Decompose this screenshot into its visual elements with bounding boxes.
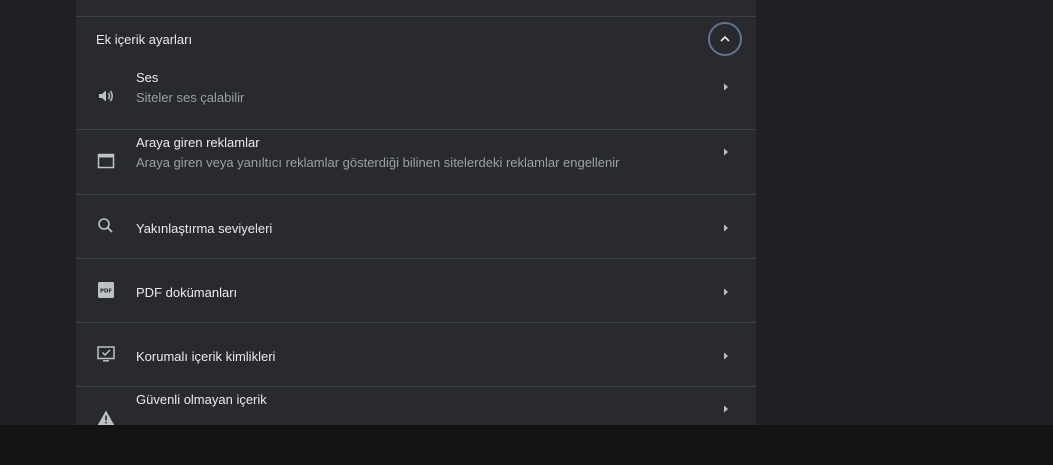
monitor-check-icon <box>97 346 115 362</box>
row-subtitle: Araya giren veya yanıltıcı reklamlar gös… <box>136 155 620 170</box>
arrow-right-icon <box>724 288 728 296</box>
settings-viewport: Ek içerik ayarları Ses Siteler ses çalab… <box>0 0 1053 425</box>
row-sound[interactable]: Ses Siteler ses çalabilir <box>76 64 756 129</box>
collapse-button[interactable] <box>708 22 742 56</box>
search-icon <box>98 218 113 233</box>
chevron-up-icon <box>720 35 730 42</box>
additional-content-settings-header[interactable]: Ek içerik ayarları <box>76 16 756 64</box>
clipped-previous-row <box>136 0 656 16</box>
row-insecure-content[interactable]: Güvenli olmayan içerik <box>76 387 756 425</box>
row-pdf-documents[interactable]: PDF PDF dokümanları <box>76 259 756 322</box>
arrow-right-icon <box>724 352 728 360</box>
row-intrusive-ads[interactable]: Araya giren reklamlar Araya giren veya y… <box>76 130 756 194</box>
arrow-right-icon <box>724 83 728 91</box>
arrow-right-icon <box>724 148 728 156</box>
settings-card: Ek içerik ayarları Ses Siteler ses çalab… <box>76 0 756 425</box>
taskbar <box>0 425 1053 465</box>
arrow-right-icon <box>724 405 728 413</box>
row-protected-content-ids[interactable]: Korumalı içerik kimlikleri <box>76 323 756 386</box>
row-title: Güvenli olmayan içerik <box>136 392 267 407</box>
row-title: Ses <box>136 70 159 85</box>
row-subtitle: Siteler ses çalabilir <box>136 90 245 105</box>
row-title: Korumalı içerik kimlikleri <box>136 349 276 364</box>
row-title: PDF dokümanları <box>136 285 238 300</box>
row-title: Yakınlaştırma seviyeleri <box>136 221 273 236</box>
row-title: Araya giren reklamlar <box>136 135 260 150</box>
svg-text:PDF: PDF <box>100 289 113 295</box>
pdf-icon: PDF <box>98 282 114 298</box>
speaker-icon <box>99 90 113 102</box>
row-zoom-levels[interactable]: Yakınlaştırma seviyeleri <box>76 195 756 258</box>
warning-icon <box>97 410 115 425</box>
window-icon <box>97 153 115 169</box>
section-title: Ek içerik ayarları <box>96 32 193 47</box>
arrow-right-icon <box>724 224 728 232</box>
